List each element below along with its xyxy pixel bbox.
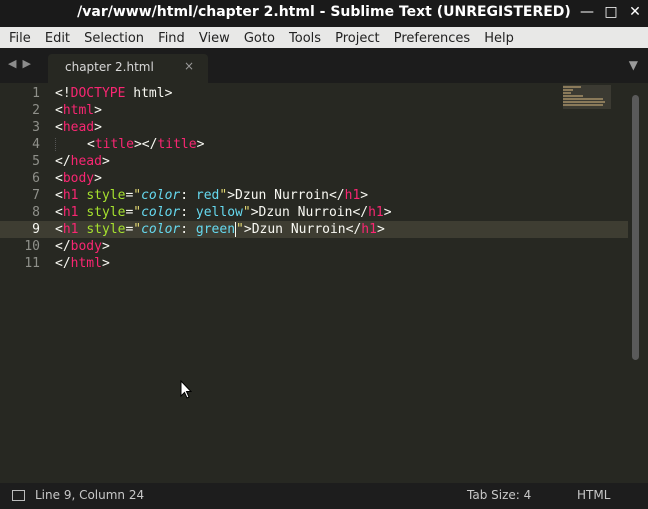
tab-dropdown-icon[interactable]: ▼ [629, 58, 638, 72]
tab-bar: ◀▶ chapter 2.html × ▼ [0, 48, 648, 83]
menu-goto[interactable]: Goto [244, 29, 275, 46]
tab-prev-icon[interactable]: ◀ [8, 57, 22, 70]
code-editor[interactable]: 1 2 3 4 5 6 7 8 9 10 11 <!DOCTYPE html> <… [0, 83, 648, 483]
code-line[interactable]: <!DOCTYPE html> [55, 85, 392, 102]
vertical-scrollbar[interactable] [628, 83, 648, 483]
tab-chapter-2[interactable]: chapter 2.html × [48, 54, 208, 83]
window-controls: — □ ✕ [580, 4, 642, 20]
tab-size-selector[interactable]: Tab Size: 4 [467, 488, 531, 502]
menu-view[interactable]: View [199, 29, 230, 46]
line-number: 6 [32, 171, 40, 186]
code-line[interactable]: <h1 style="color: green">Dzun Nurroin</h… [55, 221, 392, 238]
code-line[interactable]: </head> [55, 153, 392, 170]
code-line[interactable]: </html> [55, 255, 392, 272]
menu-find[interactable]: Find [158, 29, 185, 46]
window-title: /var/www/html/chapter 2.html - Sublime T… [77, 4, 571, 20]
menu-edit[interactable]: Edit [45, 29, 70, 46]
menu-bar: File Edit Selection Find View Goto Tools… [0, 27, 648, 49]
code-line[interactable]: <head> [55, 119, 392, 136]
line-number: 2 [32, 103, 40, 118]
code-line[interactable]: <body> [55, 170, 392, 187]
menu-tools[interactable]: Tools [289, 29, 321, 46]
scrollbar-thumb[interactable] [632, 95, 639, 360]
minimize-icon[interactable]: — [580, 4, 594, 20]
line-number-current: 9 [32, 222, 40, 237]
panel-toggle-icon[interactable] [12, 490, 25, 501]
menu-file[interactable]: File [9, 29, 31, 46]
mouse-pointer-icon [180, 380, 192, 399]
menu-preferences[interactable]: Preferences [394, 29, 470, 46]
tab-label: chapter 2.html [65, 60, 154, 74]
syntax-selector[interactable]: HTML [577, 488, 610, 502]
tab-close-icon[interactable]: × [184, 59, 194, 73]
line-number: 8 [32, 205, 40, 220]
code-line[interactable]: <h1 style="color: yellow">Dzun Nurroin</… [55, 204, 392, 221]
line-number: 5 [32, 154, 40, 169]
code-lines[interactable]: <!DOCTYPE html> <html> <head> <title></titl… [55, 85, 392, 272]
maximize-icon[interactable]: □ [604, 4, 618, 20]
tab-navigation: ◀▶ [8, 57, 37, 70]
line-number: 3 [32, 120, 40, 135]
menu-selection[interactable]: Selection [84, 29, 144, 46]
code-line[interactable]: <html> [55, 102, 392, 119]
line-number: 11 [24, 256, 40, 271]
menu-help[interactable]: Help [484, 29, 514, 46]
menu-project[interactable]: Project [335, 29, 379, 46]
line-number: 10 [24, 239, 40, 254]
minimap[interactable] [563, 85, 611, 109]
line-number: 4 [32, 137, 40, 152]
code-line[interactable]: <h1 style="color: red">Dzun Nurroin</h1> [55, 187, 392, 204]
title-bar: /var/www/html/chapter 2.html - Sublime T… [0, 0, 648, 27]
line-gutter: 1 2 3 4 5 6 7 8 9 10 11 [0, 85, 40, 272]
line-number: 1 [32, 86, 40, 101]
cursor-position: Line 9, Column 24 [35, 488, 145, 502]
code-line[interactable]: <title></title> [55, 136, 392, 153]
tab-next-icon[interactable]: ▶ [22, 57, 36, 70]
line-number: 7 [32, 188, 40, 203]
status-bar: Line 9, Column 24 Tab Size: 4 HTML [0, 483, 648, 509]
code-line[interactable]: </body> [55, 238, 392, 255]
close-icon[interactable]: ✕ [628, 4, 642, 20]
